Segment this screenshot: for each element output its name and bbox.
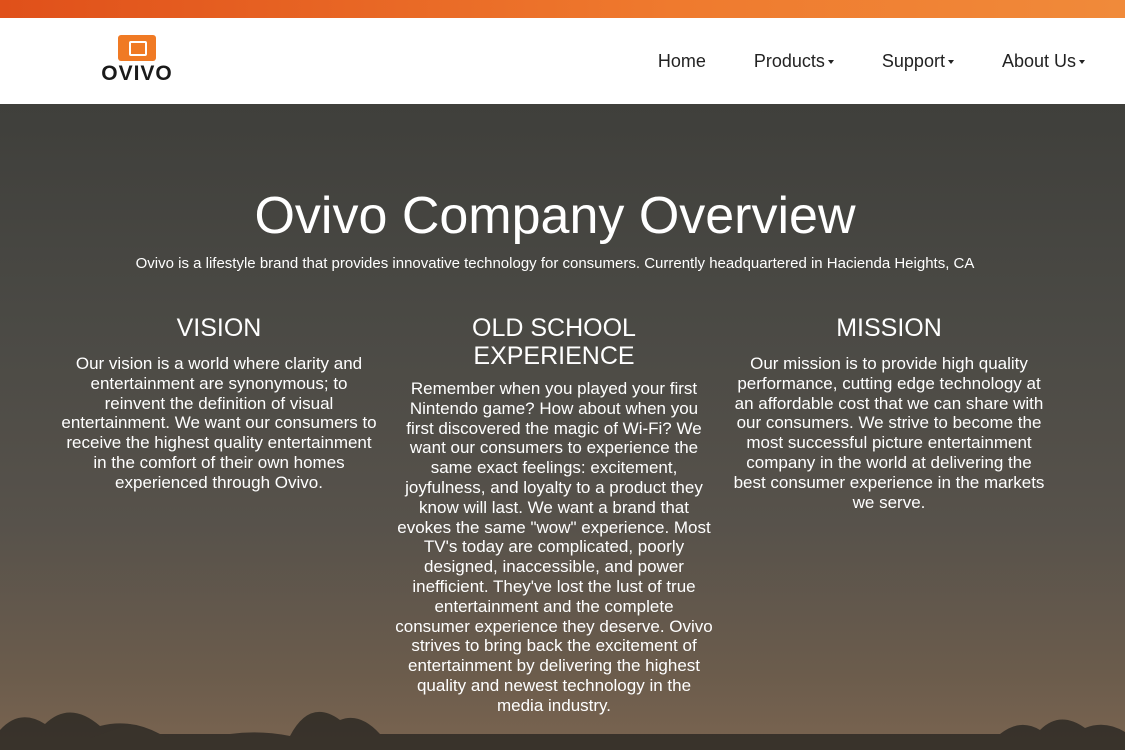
mission-text: Our mission is to provide high quality p… bbox=[733, 354, 1045, 512]
nav-support-label: Support bbox=[881, 51, 945, 71]
navbar: OVIVO Home Products Support About Us bbox=[0, 18, 1125, 104]
page-title: Ovivo Company Overview bbox=[254, 187, 856, 245]
main-nav: Home Products Support About Us bbox=[610, 51, 1085, 72]
vision-column: VISION Our vision is a world where clari… bbox=[60, 314, 378, 493]
caret-down-icon bbox=[827, 60, 834, 65]
mission-column: MISSION Our mission is to provide high q… bbox=[730, 314, 1048, 512]
ovivo-logo[interactable]: OVIVO bbox=[100, 35, 174, 85]
mission-heading: MISSION bbox=[836, 314, 942, 342]
old-school-experience-text: Remember when you played your first Nint… bbox=[395, 379, 713, 715]
nav-home[interactable]: Home bbox=[658, 51, 706, 72]
hero-section: Ovivo Company Overview Ovivo is a lifest… bbox=[0, 104, 1125, 750]
nav-support[interactable]: Support bbox=[882, 51, 954, 72]
vision-heading: VISION bbox=[176, 314, 262, 342]
nav-about-us[interactable]: About Us bbox=[1002, 51, 1085, 72]
page-subtitle: Ovivo is a lifestyle brand that provides… bbox=[135, 255, 975, 272]
logo-icon bbox=[118, 35, 156, 61]
nav-home-label: Home bbox=[657, 51, 706, 71]
logo-text: OVIVO bbox=[101, 62, 173, 85]
nav-products[interactable]: Products bbox=[754, 51, 834, 72]
vision-text: Our vision is a world where clarity and … bbox=[61, 354, 377, 492]
caret-down-icon bbox=[947, 60, 954, 65]
caret-down-icon bbox=[1079, 60, 1085, 65]
top-accent-bar bbox=[0, 0, 1125, 18]
nav-about-us-label: About Us bbox=[1001, 51, 1076, 71]
nav-products-label: Products bbox=[753, 51, 825, 71]
old-school-experience-column: OLD SCHOOL EXPERIENCE Remember when you … bbox=[395, 314, 713, 716]
old-school-experience-heading: OLD SCHOOL EXPERIENCE bbox=[472, 314, 636, 370]
